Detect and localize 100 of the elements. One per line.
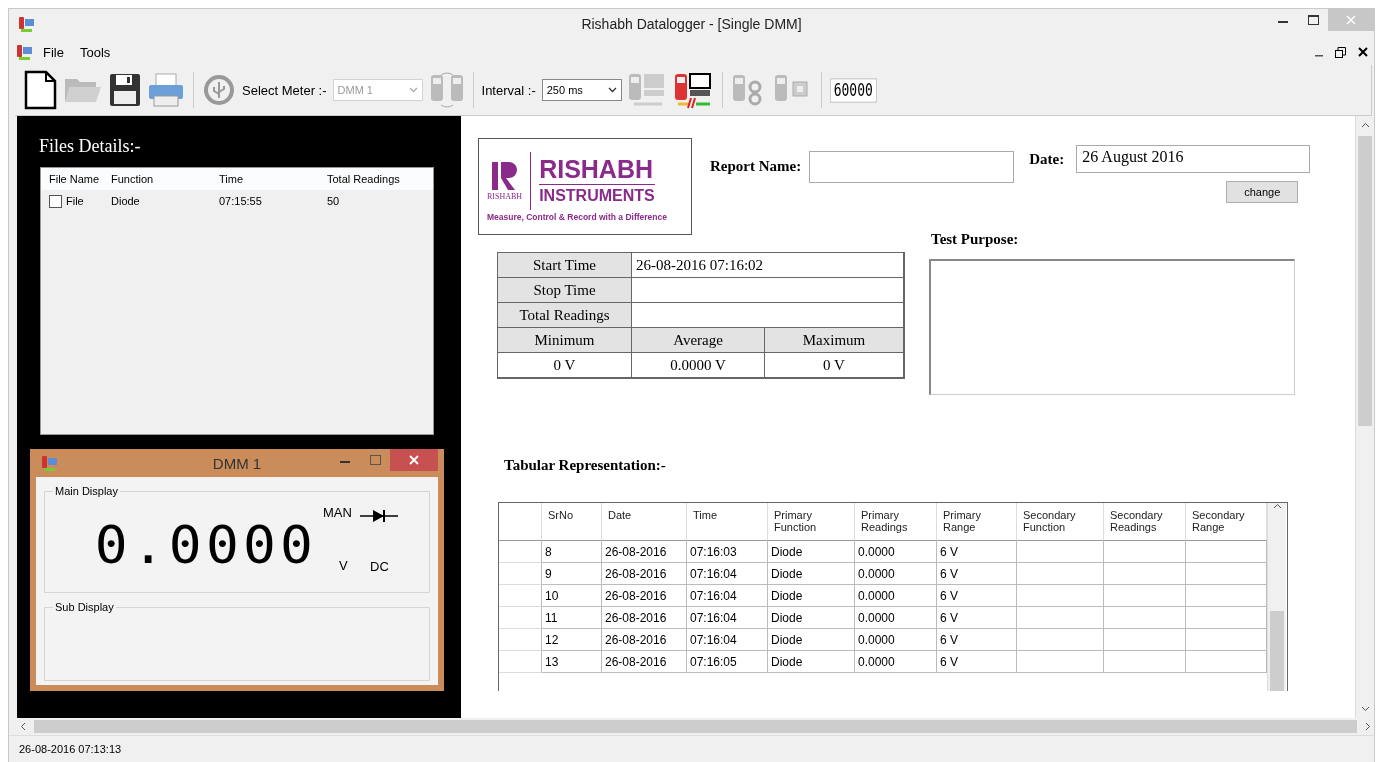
column-header[interactable]: SrNo [542,503,602,541]
chevron-left-icon [20,722,26,731]
group-label: Main Display [54,485,119,497]
table-cell: 6 V [937,563,1017,585]
table-cell: 12 [542,629,602,651]
table-cell: Diode [768,585,855,607]
scroll-thumb[interactable] [1358,136,1372,426]
chevron-up-icon [1360,122,1370,128]
column-header[interactable]: Function [103,173,211,185]
column-header[interactable]: Primary Function [768,503,855,541]
count-display: 60000 [829,77,877,103]
list-cell-text: Diode [110,195,141,207]
table-cell: 0.0000 [855,585,937,607]
report-name-field[interactable] [809,151,1015,183]
test-purpose-label: Test Purpose: [931,231,1020,248]
menu-item[interactable]: File [37,42,70,62]
menu-item[interactable]: Tools [73,42,117,62]
table-cell: Diode [768,563,855,585]
test-purpose-field[interactable] [929,259,1295,395]
close-icon [1346,15,1356,25]
summary-label: Stop Time [497,277,632,303]
table-cell: 10 [542,585,602,607]
window-title: Rishabh Datalogger - [Single DMM] [580,16,803,32]
column-header[interactable]: Date [602,503,687,541]
table-cell: 11 [542,607,602,629]
logo-name: RISHABH [539,156,655,182]
select-meter-label: Select Meter :- [242,82,327,98]
close-icon [409,455,419,465]
interval-label: Interval :- [481,82,536,98]
change-button[interactable]: change [1226,181,1299,203]
table-cell: 07:16:03 [687,541,768,563]
row-header[interactable] [499,651,542,673]
table-cell: 07:16:04 [687,629,768,651]
table-cell: 26-08-2016 [602,563,687,585]
column-header[interactable]: Time [687,503,768,541]
table-cell: 26-08-2016 [602,607,687,629]
logo-mark-icon [489,160,520,192]
scroll-thumb[interactable] [1270,611,1284,691]
table-cell: 0.0000 [855,629,937,651]
date-field[interactable]: 26 August 2016 [1076,145,1311,173]
row-header[interactable] [499,585,542,607]
column-header[interactable]: Time [211,173,319,185]
row-header[interactable] [499,607,542,629]
restore-icon[interactable] [1335,46,1346,58]
summary-label: Minimum [497,327,632,353]
scrollbar[interactable] [1355,116,1374,718]
summary-value: 0 V [764,352,904,378]
close-icon[interactable] [1358,47,1368,57]
table-cell: 07:16:04 [687,607,768,629]
row-header[interactable] [499,541,542,563]
table-cell: 26-08-2016 [602,651,687,673]
status-text: 26-08-2016 07:13:13 [19,743,122,755]
report-name-label: Report Name: [710,158,802,175]
list-cell-text: 07:15:55 [218,195,263,207]
printer-icon[interactable] [147,72,185,108]
column-header[interactable]: File Name [41,173,103,185]
list-cell-text: 50 [326,195,341,207]
table-cell: 6 V [937,651,1017,673]
table-cell: Diode [768,651,855,673]
window-title: DMM 1 [211,454,263,472]
table-cell: 26-08-2016 [602,585,687,607]
table-cell: 26-08-2016 [602,541,687,563]
meter-computer-icon[interactable] [673,70,714,110]
meter-swap-icon[interactable] [428,71,465,109]
scroll-thumb[interactable] [34,720,1357,733]
app-icon [17,15,35,33]
table-cell: 13 [542,651,602,673]
row-header[interactable] [499,629,542,651]
logo-caption: RISHABH [487,192,523,201]
table-cell: 6 V [937,607,1017,629]
column-header[interactable]: Total Readings [319,173,433,185]
usb-refresh-icon[interactable] [202,73,236,107]
chevron-down-icon [607,87,617,93]
checkbox[interactable] [49,194,62,208]
row-header[interactable] [499,563,542,585]
column-header[interactable]: Secondary Readings [1104,503,1186,541]
column-header[interactable]: Secondary Function [1017,503,1104,541]
column-header[interactable]: Secondary Range [1186,503,1267,541]
chevron-down-icon [1360,706,1370,712]
table-cell: 0.0000 [855,541,937,563]
table-cell: 0.0000 [855,651,937,673]
chevron-down-icon [408,87,418,93]
summary-label: Start Time [497,252,632,278]
table-cell: 9 [542,563,602,585]
diode-icon [360,509,398,523]
table-cell: 07:16:04 [687,563,768,585]
table-cell: Diode [768,541,855,563]
interval-dropdown[interactable]: 250 ms [541,79,622,101]
scrollbar[interactable] [1267,503,1286,691]
column-header[interactable]: Primary Range [937,503,1017,541]
main-reading: 0.0000 [94,515,318,575]
group-label: Sub Display [54,601,115,613]
panel-title: Files Details:- [39,136,142,157]
logo-tagline: Measure, Control & Record with a Difference [487,211,668,222]
column-header[interactable]: Primary Readings [855,503,937,541]
table-cell: 6 V [937,585,1017,607]
chevron-right-icon [1365,722,1371,731]
close-button[interactable] [390,449,438,471]
maximize-icon [369,455,381,465]
new-file-icon[interactable] [23,70,57,110]
